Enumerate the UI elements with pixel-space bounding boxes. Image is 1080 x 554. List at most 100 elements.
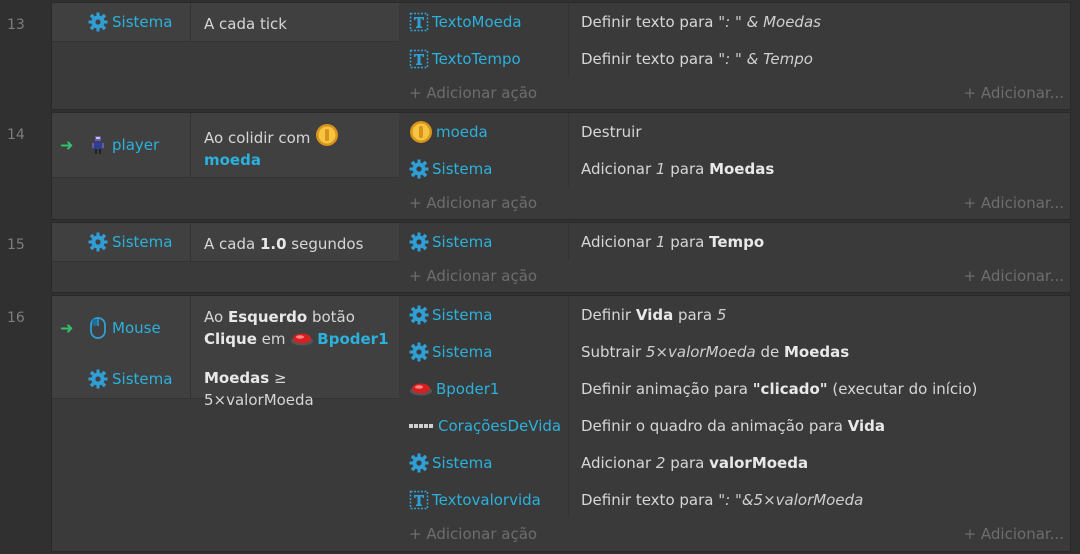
text-object-icon <box>409 49 429 69</box>
add-action-button[interactable]: + Adicionar ação <box>409 194 537 212</box>
object-name: Mouse <box>112 319 161 337</box>
action-object[interactable]: Sistema <box>401 333 569 370</box>
conditions-panel[interactable]: ➜ Mouse Ao Esquerdo botão Clique em Bpod… <box>52 296 399 551</box>
gear-icon <box>409 342 429 362</box>
red-button-icon <box>290 332 314 346</box>
condition-object[interactable]: Sistema <box>52 360 191 398</box>
action-row[interactable]: Sistema Adicionar 1 para Moedas <box>401 150 1070 187</box>
action-object[interactable]: moeda <box>401 113 569 150</box>
object-name: moeda <box>436 122 488 141</box>
event-number: 15 <box>7 237 25 253</box>
condition-row[interactable]: Sistema A cada tick <box>52 3 399 42</box>
conditions-panel[interactable]: ➜ player Ao colidir com moeda <box>52 113 399 219</box>
event-16[interactable]: 16 ➜ Mouse Ao Esquerdo botão Clique em B… <box>0 295 1080 554</box>
gear-icon <box>409 453 429 473</box>
coin-icon <box>409 120 433 144</box>
action-text: Subtrair 5×valorMoeda de Moedas <box>581 342 850 361</box>
object-name: Sistema <box>432 342 493 361</box>
condition-object[interactable]: ➜ player <box>52 113 191 177</box>
object-name: Sistema <box>112 13 173 31</box>
condition-object[interactable]: Sistema <box>52 3 191 41</box>
action-text: Definir texto para ": " & Moedas <box>581 12 821 31</box>
action-row[interactable]: Sistema Definir Vida para 5 <box>401 296 1070 333</box>
hearts-strip-icon <box>409 422 435 430</box>
condition-row[interactable]: ➜ player Ao colidir com moeda <box>52 113 399 178</box>
condition-text: Ao Esquerdo botão Clique em Bpoder1 <box>204 308 389 348</box>
action-object[interactable]: CoraçõesDeVida <box>401 407 569 444</box>
add-action-button[interactable]: + Adicionar ação <box>409 84 537 102</box>
action-row[interactable]: CoraçõesDeVida Definir o quadro da anima… <box>401 407 1070 444</box>
condition-row[interactable]: Sistema A cada 1.0 segundos <box>52 223 399 262</box>
object-name: TextoTempo <box>432 49 521 68</box>
action-text: Definir Vida para 5 <box>581 305 727 324</box>
mouse-icon <box>88 316 108 340</box>
action-row[interactable]: TextoTempo Definir texto para ": " & Tem… <box>401 40 1070 77</box>
text-object-icon <box>409 490 429 510</box>
event-14[interactable]: 14 ➜ player Ao colidir com moeda moeda D… <box>0 112 1080 220</box>
gear-icon <box>88 12 108 32</box>
action-object[interactable]: Sistema <box>401 444 569 481</box>
actions-panel[interactable]: moeda Destruir Sistema Adicionar 1 para … <box>401 113 1070 217</box>
action-text: Definir o quadro da animação para Vida <box>581 416 886 435</box>
action-row[interactable]: Sistema Adicionar 1 para Tempo <box>401 223 1070 260</box>
event-15[interactable]: 15 Sistema A cada 1.0 segundos Sistema A… <box>0 222 1080 293</box>
object-name: Sistema <box>432 232 493 251</box>
event-number: 14 <box>7 127 25 143</box>
condition-object[interactable]: Sistema <box>52 223 191 261</box>
action-object[interactable]: Sistema <box>401 296 569 333</box>
event-block[interactable]: Sistema A cada 1.0 segundos Sistema Adic… <box>51 222 1071 293</box>
action-row[interactable]: Sistema Adicionar 2 para valorMoeda <box>401 444 1070 481</box>
coin-icon <box>315 123 339 147</box>
action-object[interactable]: Sistema <box>401 223 569 260</box>
action-object[interactable]: TextoMoeda <box>401 3 569 40</box>
actions-panel[interactable]: Sistema Definir Vida para 5 Sistema Subt… <box>401 296 1070 548</box>
object-name: Textovalorvida <box>432 490 541 509</box>
action-object[interactable]: Textovalorvida <box>401 481 569 518</box>
action-row[interactable]: Textovalorvida Definir texto para ": "&5… <box>401 481 1070 518</box>
condition-object[interactable]: ➜ Mouse <box>52 296 191 360</box>
action-row[interactable]: Bpoder1 Definir animação para "clicado" … <box>401 370 1070 407</box>
action-object[interactable]: Sistema <box>401 150 569 187</box>
object-name: Sistema <box>432 159 493 178</box>
object-name: TextoMoeda <box>432 12 522 31</box>
action-row[interactable]: moeda Destruir <box>401 113 1070 150</box>
condition-text: Moedas ≥ 5×valorMoeda <box>204 369 314 409</box>
add-action-button[interactable]: + Adicionar ação <box>409 267 537 285</box>
actions-panel[interactable]: Sistema Adicionar 1 para Tempo + Adicion… <box>401 223 1070 290</box>
add-action-button-right[interactable]: + Adicionar... <box>964 194 1064 212</box>
event-block[interactable]: Sistema A cada tick TextoMoeda Definir t… <box>51 2 1071 110</box>
add-action-button-right[interactable]: + Adicionar... <box>964 84 1064 102</box>
event-13[interactable]: 13 Sistema A cada tick TextoMoeda Defini… <box>0 2 1080 110</box>
action-text: Adicionar 2 para valorMoeda <box>581 453 809 472</box>
action-text: Definir texto para ": " & Tempo <box>581 49 813 68</box>
object-name: CoraçõesDeVida <box>438 416 562 435</box>
action-row[interactable]: Sistema Subtrair 5×valorMoeda de Moedas <box>401 333 1070 370</box>
add-action-button-right[interactable]: + Adicionar... <box>964 525 1064 543</box>
conditions-panel[interactable]: Sistema A cada 1.0 segundos <box>52 223 399 292</box>
action-object[interactable]: TextoTempo <box>401 40 569 77</box>
actions-panel[interactable]: TextoMoeda Definir texto para ": " & Moe… <box>401 3 1070 107</box>
gear-icon <box>409 159 429 179</box>
object-name: Sistema <box>432 453 493 472</box>
event-number: 13 <box>7 17 25 33</box>
action-object[interactable]: Bpoder1 <box>401 370 569 407</box>
condition-text: A cada tick <box>204 15 287 33</box>
add-action-row: + Adicionar ação + Adicionar... <box>401 77 1070 107</box>
add-action-button-right[interactable]: + Adicionar... <box>964 267 1064 285</box>
object-name: Sistema <box>112 233 173 251</box>
event-block[interactable]: ➜ Mouse Ao Esquerdo botão Clique em Bpod… <box>51 295 1071 552</box>
action-row[interactable]: TextoMoeda Definir texto para ": " & Moe… <box>401 3 1070 40</box>
condition-row[interactable]: ➜ Mouse Ao Esquerdo botão Clique em Bpod… <box>52 296 399 360</box>
add-action-row: + Adicionar ação + Adicionar... <box>401 260 1070 290</box>
event-number: 16 <box>7 310 25 326</box>
action-text: Definir animação para "clicado" (executa… <box>581 379 978 398</box>
condition-text: A cada 1.0 segundos <box>204 235 364 253</box>
object-name: Bpoder1 <box>436 379 500 398</box>
event-block[interactable]: ➜ player Ao colidir com moeda moeda Dest… <box>51 112 1071 220</box>
player-sprite-icon <box>88 134 108 156</box>
add-action-button[interactable]: + Adicionar ação <box>409 525 537 543</box>
condition-row[interactable]: Sistema Moedas ≥ 5×valorMoeda <box>52 360 399 409</box>
red-button-icon <box>409 382 433 396</box>
conditions-panel[interactable]: Sistema A cada tick <box>52 3 399 109</box>
object-name: Sistema <box>432 305 493 324</box>
